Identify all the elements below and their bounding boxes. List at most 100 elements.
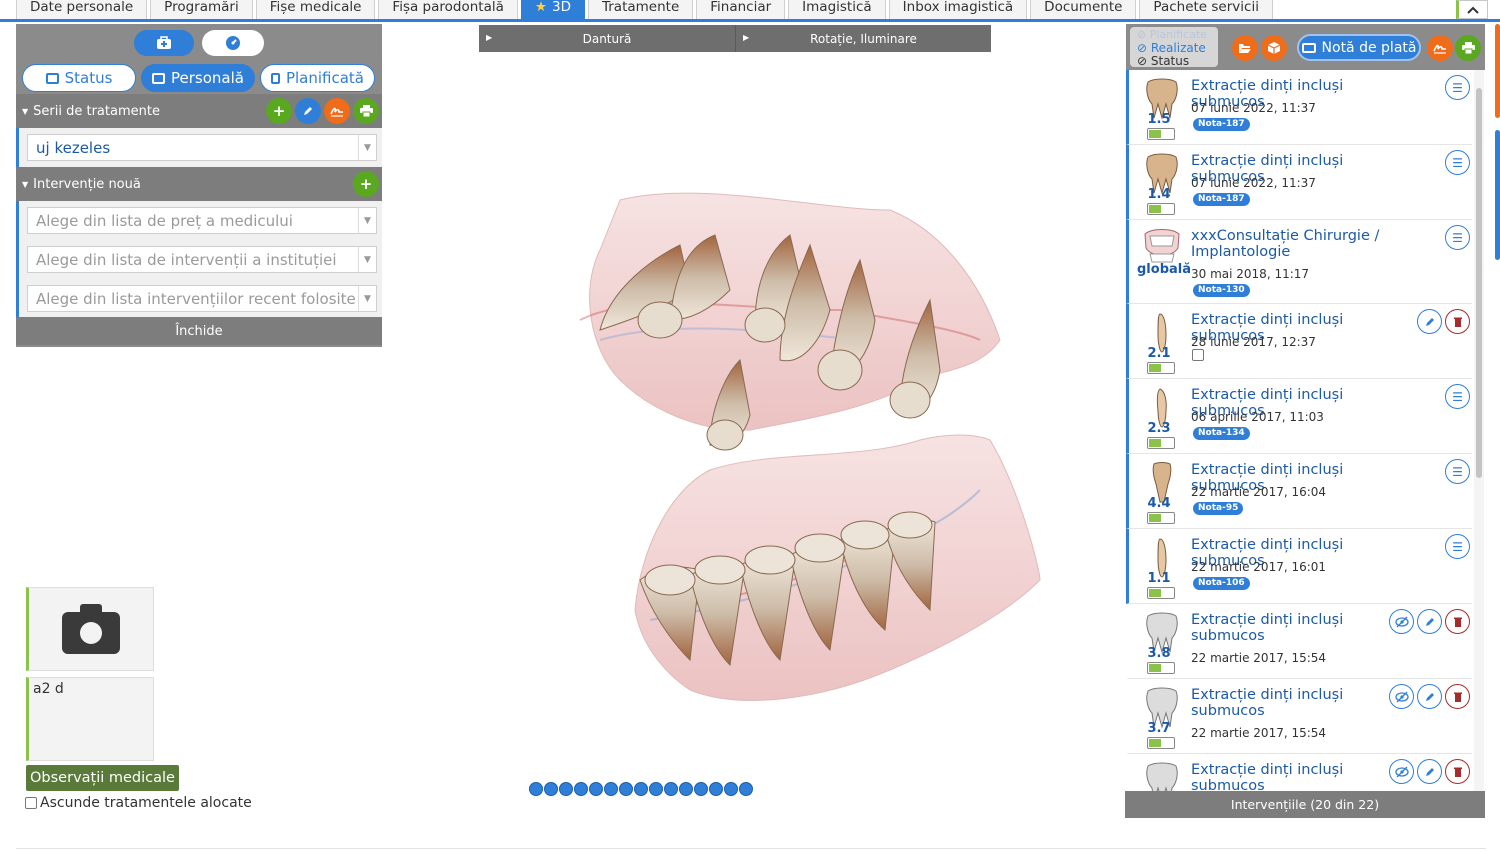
- recent-list-select[interactable]: Alege din lista intervențiilor recent fo…: [27, 285, 377, 312]
- invoice-badge[interactable]: Nota-106: [1193, 577, 1250, 590]
- package-button[interactable]: [1261, 35, 1287, 61]
- intervention-title[interactable]: Extracție dinți incluși submucos: [1191, 687, 1371, 719]
- filter-status[interactable]: ⊘ Status: [1137, 54, 1211, 69]
- invoice-badge[interactable]: Nota-134: [1193, 427, 1250, 440]
- delete-button[interactable]: [1445, 759, 1470, 784]
- hide-allocated-checkbox[interactable]: [25, 797, 37, 809]
- list-item[interactable]: 3.7 Extracție dinți incluși submucos 22 …: [1126, 679, 1472, 754]
- viewer-page-dot[interactable]: [604, 782, 618, 796]
- edit-button[interactable]: [1417, 609, 1442, 634]
- viewer-page-dot[interactable]: [664, 782, 678, 796]
- list-item[interactable]: 1.1 Extracție dinți incluși submucos 22 …: [1126, 529, 1472, 604]
- hide-button[interactable]: [1389, 759, 1414, 784]
- viewer-page-dot[interactable]: [559, 782, 573, 796]
- tab-inbox-imagistica[interactable]: Inbox imagistică: [888, 0, 1028, 19]
- collapse-tabs-button[interactable]: [1456, 0, 1488, 19]
- delete-button[interactable]: [1445, 309, 1470, 334]
- invoice-badge[interactable]: Nota-130: [1193, 284, 1250, 297]
- scrollbar-thumb[interactable]: [1476, 88, 1482, 478]
- series-select[interactable]: uj kezeles ▼: [27, 134, 377, 161]
- new-intervention-header[interactable]: ▼ Intervenție nouă +: [16, 167, 382, 201]
- details-button[interactable]: ☰: [1445, 384, 1470, 409]
- list-item[interactable]: 2.3 Extracție dinți incluși submucos 06 …: [1126, 379, 1472, 454]
- status-toggle[interactable]: [1147, 128, 1175, 140]
- tab-fisa-parodontala[interactable]: Fișa parodontală: [378, 0, 518, 19]
- status-toggle[interactable]: [1147, 203, 1175, 215]
- viewer-page-dot[interactable]: [724, 782, 738, 796]
- open-folder-button[interactable]: [1232, 35, 1258, 61]
- series-header[interactable]: ▼ Serii de tratamente +: [16, 94, 382, 128]
- status-toggle[interactable]: [1147, 362, 1175, 374]
- rotation-lighting-menu[interactable]: ▶ Rotație, Iluminare: [735, 25, 991, 52]
- dental-3d-model[interactable]: [540, 170, 1060, 730]
- viewer-page-dot[interactable]: [619, 782, 633, 796]
- intervention-title[interactable]: xxxConsultație Chirurgie / Implantologie: [1191, 228, 1413, 260]
- viewer-page-dot[interactable]: [679, 782, 693, 796]
- tab-3d[interactable]: ★ 3D: [520, 0, 585, 19]
- viewer-page-dot[interactable]: [739, 782, 753, 796]
- viewer-page-dot[interactable]: [709, 782, 723, 796]
- intervention-title[interactable]: Extracție dinți incluși submucos: [1191, 612, 1371, 644]
- print-series-button[interactable]: [353, 98, 379, 124]
- hide-button[interactable]: [1389, 609, 1414, 634]
- dashboard-button[interactable]: [202, 30, 264, 56]
- details-button[interactable]: ☰: [1445, 534, 1470, 559]
- delete-button[interactable]: [1445, 684, 1470, 709]
- doctor-price-list-select[interactable]: Alege din lista de preț a medicului ▼: [27, 207, 377, 234]
- status-toggle[interactable]: [1147, 512, 1175, 524]
- medical-observations-button[interactable]: Observații medicale: [26, 765, 179, 791]
- invoice-badge[interactable]: Nota-95: [1193, 502, 1244, 515]
- filter-planned[interactable]: ⊘ Planificate: [1137, 28, 1211, 42]
- invoice-badge[interactable]: Nota-187: [1193, 193, 1250, 206]
- status-filter[interactable]: ⊘ Planificate ⊘ Realizate ⊘ Status: [1130, 27, 1218, 69]
- sign-button[interactable]: [1427, 35, 1453, 61]
- add-intervention-button[interactable]: +: [353, 171, 379, 197]
- tab-programari[interactable]: Programări: [150, 0, 253, 19]
- payment-note-button[interactable]: Notă de plată: [1297, 34, 1421, 61]
- viewer-page-dot[interactable]: [544, 782, 558, 796]
- viewer-page-dot[interactable]: [574, 782, 588, 796]
- details-button[interactable]: ☰: [1445, 150, 1470, 175]
- viewer-page-dot[interactable]: [649, 782, 663, 796]
- dentition-menu[interactable]: ▶ Dantură: [479, 25, 735, 52]
- status-toggle[interactable]: [1147, 587, 1175, 599]
- close-panel-button[interactable]: Închide: [16, 317, 382, 345]
- status-toggle[interactable]: [1147, 737, 1175, 749]
- invoice-badge[interactable]: Nota-187: [1193, 118, 1250, 131]
- hide-allocated-row[interactable]: Ascunde tratamentele alocate: [25, 795, 252, 811]
- medical-note-area[interactable]: a2 d: [26, 677, 154, 761]
- details-button[interactable]: ☰: [1445, 459, 1470, 484]
- edit-button[interactable]: [1417, 309, 1442, 334]
- details-button[interactable]: ☰: [1445, 225, 1470, 250]
- list-item[interactable]: Extracție dinți incluși submucos: [1126, 754, 1472, 791]
- viewer-page-dot[interactable]: [634, 782, 648, 796]
- viewer-page-dot[interactable]: [694, 782, 708, 796]
- status-toggle[interactable]: [1147, 437, 1175, 449]
- filter-done[interactable]: ⊘ Realizate: [1137, 41, 1211, 56]
- list-item[interactable]: globală xxxConsultație Chirurgie / Impla…: [1126, 220, 1472, 304]
- tab-tratamente[interactable]: Tratamente: [587, 0, 694, 19]
- edit-button[interactable]: [1417, 759, 1442, 784]
- side-tab-orange[interactable]: [1495, 24, 1500, 118]
- tab-imagistica[interactable]: Imagistică: [788, 0, 886, 19]
- sign-series-button[interactable]: [324, 98, 350, 124]
- list-item[interactable]: 1.4 Extracție dinți incluși submucos 07 …: [1126, 145, 1472, 220]
- status-view-button[interactable]: Status: [22, 64, 136, 92]
- delete-button[interactable]: [1445, 609, 1470, 634]
- edit-button[interactable]: [1417, 684, 1442, 709]
- list-item[interactable]: 3.8 Extracție dinți incluși submucos 22 …: [1126, 604, 1472, 679]
- viewer-page-dot[interactable]: [589, 782, 603, 796]
- side-tab-blue[interactable]: [1495, 130, 1500, 260]
- medical-kit-button[interactable]: [134, 30, 194, 56]
- select-checkbox[interactable]: [1192, 349, 1204, 361]
- hide-button[interactable]: [1389, 684, 1414, 709]
- institution-list-select[interactable]: Alege din lista de intervenții a institu…: [27, 246, 377, 273]
- personal-view-button[interactable]: Personală: [141, 64, 255, 92]
- photo-upload-box[interactable]: [26, 587, 154, 671]
- tab-pachete-servicii[interactable]: Pachete servicii: [1139, 0, 1273, 19]
- tab-documente[interactable]: Documente: [1030, 0, 1137, 19]
- list-item[interactable]: 4.4 Extracție dinți incluși submucos 22 …: [1126, 454, 1472, 529]
- tab-date-personale[interactable]: Date personale: [16, 0, 148, 19]
- edit-series-button[interactable]: [295, 98, 321, 124]
- tab-fise-medicale[interactable]: Fișe medicale: [255, 0, 376, 19]
